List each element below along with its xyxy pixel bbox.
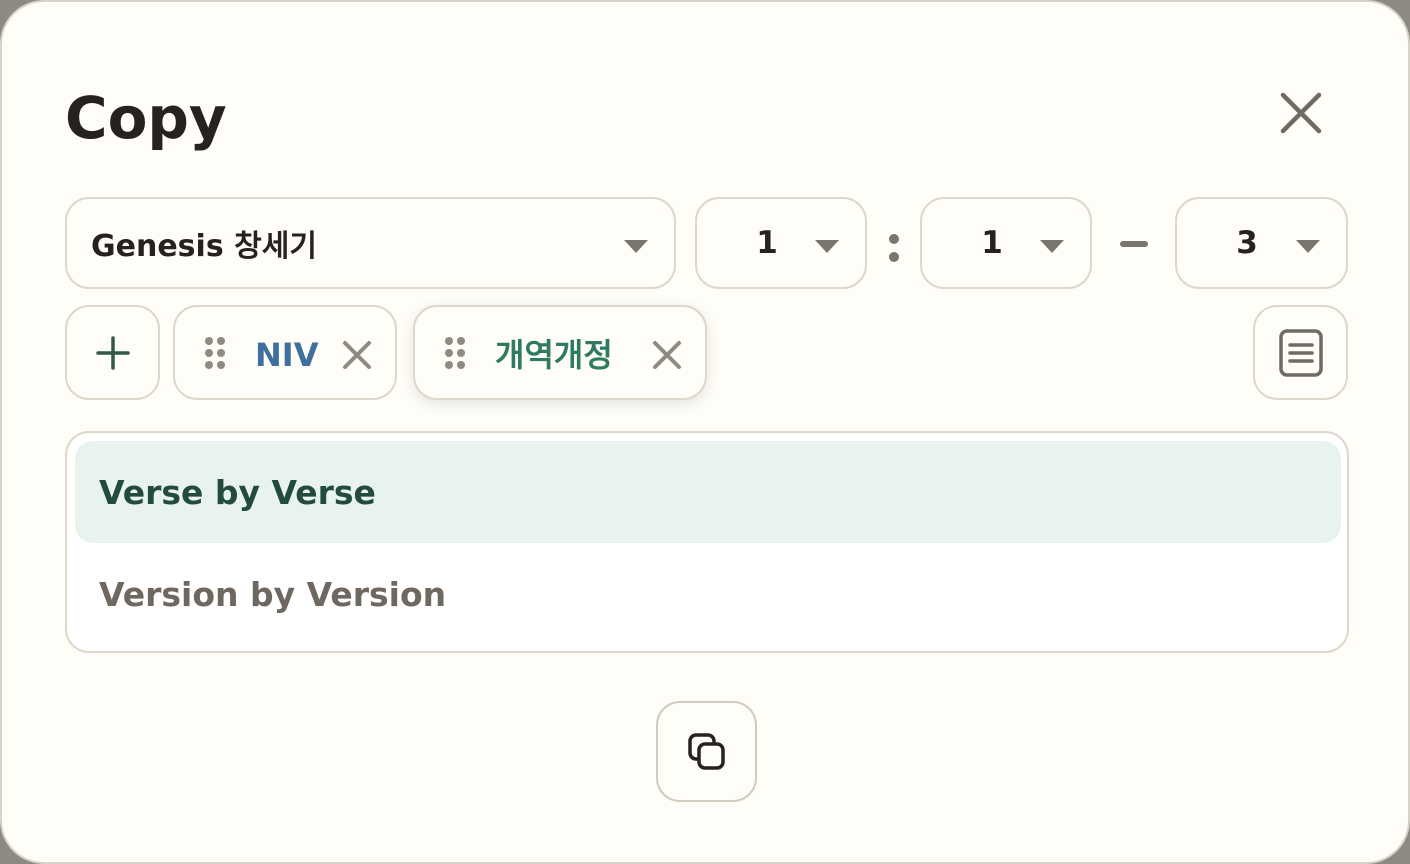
version-chip-label: 개역개정 — [495, 336, 613, 374]
chevron-down-icon — [1296, 240, 1320, 253]
mode-option-version-by-version[interactable]: Version by Version — [75, 543, 1341, 645]
close-button[interactable] — [1268, 80, 1334, 146]
remove-version-button[interactable] — [649, 337, 685, 373]
dialog-title: Copy — [65, 84, 227, 152]
x-icon — [343, 341, 371, 369]
version-chip-label: NIV — [255, 336, 319, 374]
book-select-value: Genesis 창세기 — [91, 229, 317, 264]
chevron-down-icon — [1040, 240, 1064, 253]
range-dash — [1120, 241, 1148, 247]
book-select[interactable]: Genesis 창세기 — [65, 197, 676, 289]
text-document-icon — [1278, 328, 1323, 377]
add-version-button[interactable] — [65, 305, 160, 400]
close-icon — [1280, 92, 1322, 134]
verse-start-select[interactable]: 1 — [920, 197, 1092, 289]
plus-icon — [95, 335, 130, 370]
drag-handle-icon[interactable] — [443, 335, 467, 371]
chapter-verse-separator — [884, 228, 904, 268]
copy-dialog: Copy Genesis 창세기 1 1 3 NIV 개역개정 Verse by… — [0, 0, 1410, 864]
version-chip-krv[interactable]: 개역개정 — [413, 305, 707, 400]
mode-option-verse-by-verse[interactable]: Verse by Verse — [75, 441, 1341, 543]
chevron-down-icon — [624, 240, 648, 253]
remove-version-button[interactable] — [339, 337, 375, 373]
copy-button[interactable] — [656, 701, 757, 802]
chapter-select[interactable]: 1 — [695, 197, 867, 289]
drag-handle-icon[interactable] — [203, 335, 227, 371]
copy-mode-list: Verse by Verse Version by Version — [65, 431, 1349, 653]
format-options-button[interactable] — [1253, 305, 1348, 400]
chevron-down-icon — [815, 240, 839, 253]
x-icon — [653, 341, 681, 369]
copy-icon — [687, 732, 725, 770]
version-chip-niv[interactable]: NIV — [173, 305, 397, 400]
verse-end-select[interactable]: 3 — [1175, 197, 1348, 289]
